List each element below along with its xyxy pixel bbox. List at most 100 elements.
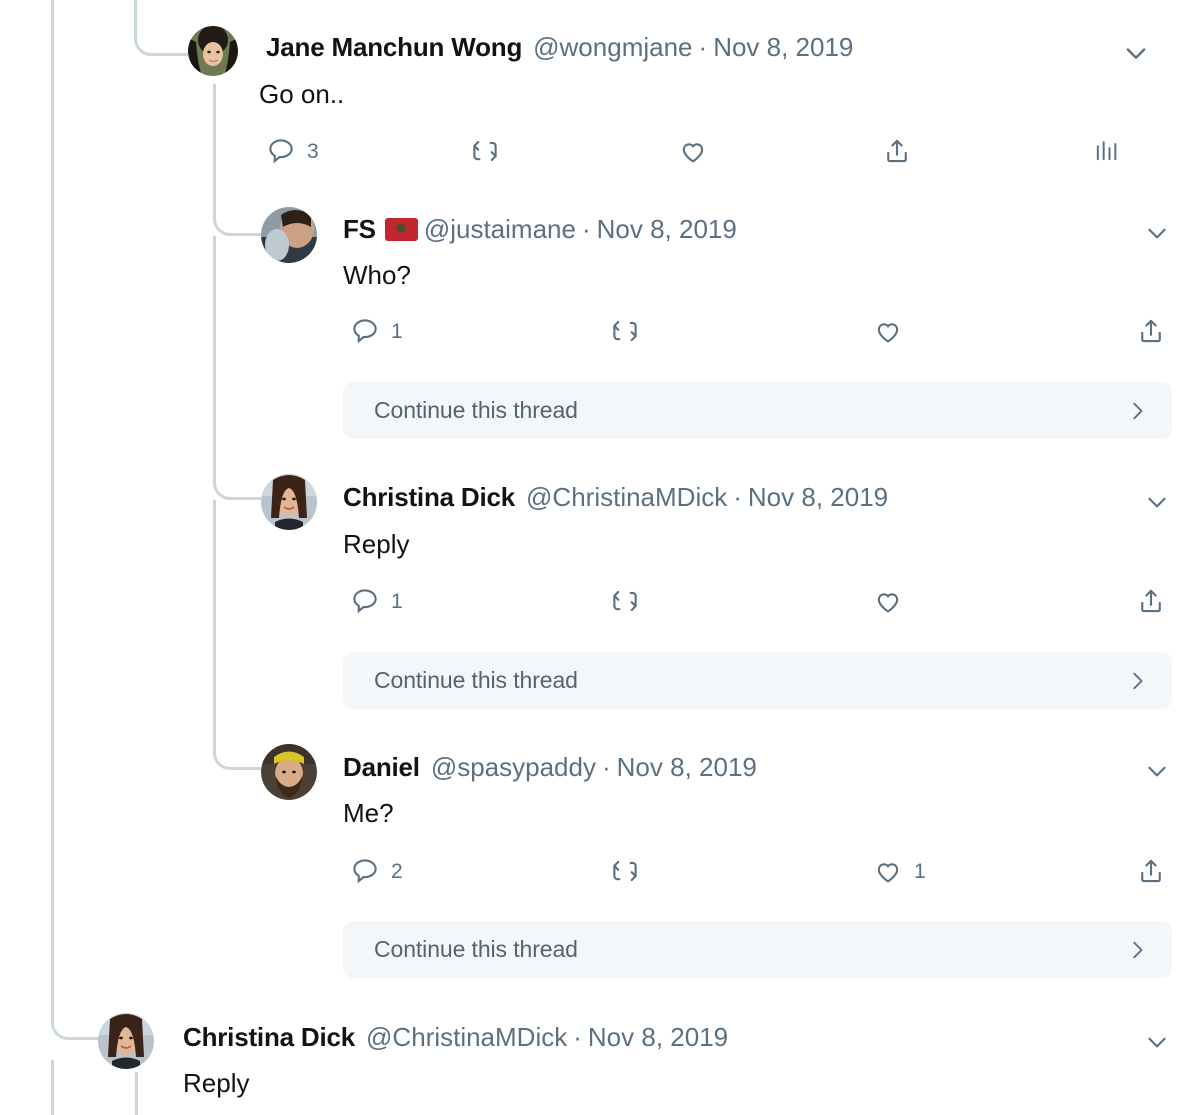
chevron-right-glyph xyxy=(1133,941,1143,958)
chevron-right-glyph xyxy=(1133,672,1143,689)
analytics-button[interactable] xyxy=(1092,136,1131,166)
separator-dot: · xyxy=(733,482,742,512)
tweet-jane-go-on[interactable]: Jane Manchun Wong @wongmjane · Nov 8, 20… xyxy=(0,0,1200,190)
avatar-image xyxy=(98,1013,154,1069)
chevron-right-glyph xyxy=(1133,402,1143,419)
share-button[interactable] xyxy=(1136,316,1177,346)
tweet-text: Me? xyxy=(343,798,394,828)
share-button[interactable] xyxy=(882,136,923,166)
thread-curve-to-christina-bottom xyxy=(51,995,99,1040)
chevron-right-icon xyxy=(1126,400,1148,422)
display-name[interactable]: Christina Dick xyxy=(183,1024,355,1050)
reply-icon xyxy=(353,859,377,884)
reply-count: 1 xyxy=(391,319,403,343)
chevron-down-icon[interactable] xyxy=(1140,216,1174,250)
reply-icon xyxy=(353,319,377,344)
chevron-down-icon[interactable] xyxy=(1140,1025,1174,1059)
morocco-flag-icon: ✵ xyxy=(384,217,418,241)
chevron-down-glyph xyxy=(1148,497,1166,508)
handle[interactable]: @ChristinaMDick xyxy=(366,1024,567,1050)
heart-icon xyxy=(682,143,704,163)
thread-line-root-lower xyxy=(51,1060,54,1115)
continue-thread-button[interactable]: Continue this thread xyxy=(343,382,1172,439)
separator-dot: · xyxy=(573,1022,582,1052)
handle[interactable]: @spasypaddy xyxy=(431,754,596,780)
retweet-icon xyxy=(473,140,497,162)
timestamp[interactable]: Nov 8, 2019 xyxy=(748,484,888,510)
like-count: 1 xyxy=(914,859,926,883)
tweet-header: Christina Dick @ChristinaMDick · Nov 8, … xyxy=(183,1024,728,1050)
reply-icon xyxy=(269,139,293,164)
reply-button[interactable]: 3 xyxy=(266,136,319,166)
reply-button[interactable]: 1 xyxy=(350,586,403,616)
flag-star: ✵ xyxy=(395,220,408,238)
tweet-header: FS ✵ @justaimane · Nov 8, 2019 xyxy=(343,216,737,242)
avatar-image xyxy=(261,207,317,263)
heart-icon xyxy=(877,593,899,613)
chevron-down-icon[interactable] xyxy=(1140,754,1174,788)
tweet-header: Christina Dick @ChristinaMDick · Nov 8, … xyxy=(343,484,888,510)
tweet-text: Reply xyxy=(183,1068,250,1098)
thread-curve-to-daniel xyxy=(213,725,261,770)
action-bar: 3 xyxy=(0,0,1200,190)
tweet-header: Daniel @spasypaddy · Nov 8, 2019 xyxy=(343,754,757,780)
display-name[interactable]: FS xyxy=(343,216,376,242)
retweet-button[interactable] xyxy=(610,856,651,886)
share-icon xyxy=(1141,319,1161,343)
like-button[interactable]: 1 xyxy=(873,856,926,886)
avatar-image xyxy=(261,474,317,530)
share-icon xyxy=(887,139,907,163)
analytics-icon xyxy=(1096,141,1117,161)
twitter-thread: Jane Manchun Wong @wongmjane · Nov 8, 20… xyxy=(0,0,1200,1115)
chevron-right-icon xyxy=(1126,939,1148,961)
retweet-icon xyxy=(613,860,637,882)
timestamp[interactable]: Nov 8, 2019 xyxy=(617,754,757,780)
like-button[interactable] xyxy=(873,586,914,616)
chevron-down-glyph xyxy=(1148,1037,1166,1048)
continue-thread-button[interactable]: Continue this thread xyxy=(343,921,1172,978)
continue-thread-button[interactable]: Continue this thread xyxy=(343,652,1172,709)
heart-icon xyxy=(877,863,899,883)
retweet-button[interactable] xyxy=(470,136,511,166)
share-icon xyxy=(1141,589,1161,613)
thread-line-fs-to-christina xyxy=(213,236,216,471)
chevron-down-glyph xyxy=(1148,228,1166,239)
avatar[interactable] xyxy=(98,1013,154,1069)
reply-button[interactable]: 2 xyxy=(350,856,403,886)
display-name[interactable]: Christina Dick xyxy=(343,484,515,510)
handle[interactable]: @ChristinaMDick xyxy=(526,484,727,510)
retweet-icon xyxy=(613,590,637,612)
share-icon xyxy=(1141,859,1161,883)
thread-curve-to-christina-1 xyxy=(213,455,261,500)
reply-count: 3 xyxy=(307,139,319,163)
continue-thread-label: Continue this thread xyxy=(374,667,578,693)
share-button[interactable] xyxy=(1136,586,1177,616)
thread-curve-to-fs xyxy=(213,192,261,236)
avatar[interactable] xyxy=(261,207,317,263)
tweet-text: Who? xyxy=(343,260,411,290)
separator-dot: · xyxy=(581,214,591,244)
handle[interactable]: @justaimane xyxy=(424,216,576,242)
retweet-button[interactable] xyxy=(610,316,651,346)
share-button[interactable] xyxy=(1136,856,1177,886)
display-name[interactable]: Daniel xyxy=(343,754,420,780)
retweet-icon xyxy=(613,320,637,342)
like-button[interactable] xyxy=(873,316,914,346)
avatar[interactable] xyxy=(261,744,317,800)
reply-icon xyxy=(353,589,377,614)
like-button[interactable] xyxy=(678,136,719,166)
timestamp[interactable]: Nov 8, 2019 xyxy=(597,216,737,242)
timestamp[interactable]: Nov 8, 2019 xyxy=(588,1024,728,1050)
continue-thread-label: Continue this thread xyxy=(374,936,578,962)
chevron-down-glyph xyxy=(1148,766,1166,777)
reply-button[interactable]: 1 xyxy=(350,316,403,346)
reply-count: 1 xyxy=(391,589,403,613)
thread-line-christina-to-daniel xyxy=(213,500,216,740)
avatar[interactable] xyxy=(261,474,317,530)
chevron-down-icon[interactable] xyxy=(1140,485,1174,519)
reply-count: 2 xyxy=(391,859,403,883)
chevron-right-icon xyxy=(1126,670,1148,692)
retweet-button[interactable] xyxy=(610,586,651,616)
avatar-image xyxy=(261,744,317,800)
continue-thread-label: Continue this thread xyxy=(374,397,578,423)
